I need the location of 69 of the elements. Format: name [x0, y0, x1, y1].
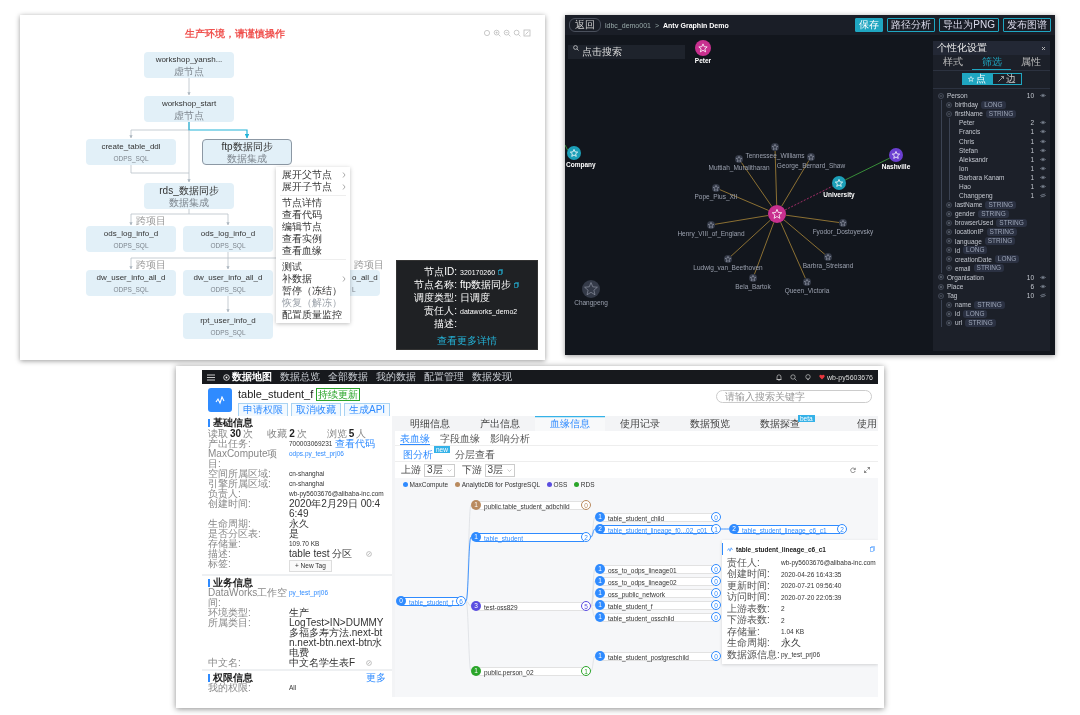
field-value: table test 分区 — [289, 549, 354, 559]
node-name: create_table_ddl — [101, 140, 161, 153]
field-label: MaxCompute项目: — [208, 449, 279, 469]
cross-project-label: 跨项目 — [136, 259, 166, 270]
stat-text: 浏览 5 人 — [326, 426, 367, 440]
field-label: 上游表数: — [727, 602, 771, 615]
section-title: 业务信息 — [212, 575, 253, 589]
node-name: dw_user_info_all_d — [193, 271, 263, 284]
field-value: 生产 — [289, 608, 310, 618]
depth-label: 上游 — [401, 463, 421, 477]
field-label: 生命周期: — [208, 519, 251, 529]
field-label: 中文名: — [208, 658, 242, 668]
warning-title: 生产环境，请谨慎操作 — [184, 27, 286, 41]
field-label: 负责人: — [208, 489, 241, 499]
node-name: rds_数据同步 — [159, 184, 219, 197]
node-name: o_all_d — [352, 271, 378, 284]
field-value: 2020年2月29日 00:46:49 — [289, 499, 382, 519]
info-value: 日调度 — [460, 291, 490, 305]
status-tag: 持续更新 — [316, 388, 361, 401]
field-label: 创建时间: — [208, 499, 252, 509]
field-value: 中文名学生表F — [289, 658, 357, 668]
node-name: workshop_start — [161, 97, 217, 110]
field-label: 引擎所属区域: — [208, 479, 272, 489]
cross-project-label: 跨项目 — [354, 259, 384, 270]
node-name: ftp数据同步 — [221, 140, 273, 153]
node-type: 虚节点 — [174, 65, 204, 77]
field-label: 生命周期: — [727, 637, 771, 650]
info-label: 调度类型: — [413, 291, 457, 305]
node-name: ods_log_info_d — [103, 227, 159, 240]
field-label: 所属类目: — [208, 618, 252, 628]
stat-text: 收藏 2 次 — [267, 426, 308, 441]
field-label: 责任人: — [727, 555, 761, 569]
node-type: 虚节点 — [174, 109, 204, 121]
cross-project-label: 跨项目 — [136, 215, 166, 226]
info-value: ftp数据同步 — [460, 278, 512, 292]
field-value: 是 — [289, 529, 299, 539]
field-label: 访问时间: — [727, 590, 771, 604]
field-label: 创建时间: — [727, 568, 771, 580]
field-value: 永久 — [289, 519, 310, 529]
field-label: 下游表数: — [727, 614, 771, 627]
node-name: ods_log_info_d — [200, 227, 256, 240]
field-label: 存储量: — [727, 625, 761, 637]
node-name: workshop_yansh... — [155, 53, 223, 66]
section-title: 基础信息 — [212, 415, 253, 428]
panel-title: 个性化设置 — [937, 41, 987, 55]
info-label: 节点名称: — [413, 278, 457, 292]
field-label: 环境类型: — [208, 608, 252, 618]
field-label: 描述: — [208, 549, 232, 559]
field-label: 更新时间: — [727, 579, 771, 592]
node-name: dw_user_info_all_d — [96, 271, 166, 284]
node-name: rpt_user_info_d — [200, 314, 256, 327]
field-label: DataWorks工作空间: — [208, 588, 289, 608]
info-label: 描述: — [433, 317, 457, 331]
field-label: 标签: — [208, 559, 232, 569]
field-label: 空间所属区域: — [208, 469, 272, 479]
field-label: 产出任务: — [208, 439, 251, 449]
stat-text: 读取 30 次 — [208, 427, 255, 439]
field-value: LogTest>IN>DUMMY多福多寿方法.next-btn.next-btn.next-btn水电费 — [289, 618, 385, 658]
field-label: 数据源信息: — [727, 648, 781, 662]
field-label: 存储量: — [208, 539, 242, 549]
info-label: 责任人: — [423, 304, 457, 318]
field-label: 我的权限: — [208, 683, 251, 693]
field-label: 是否分区表: — [208, 529, 262, 539]
field-value: 永久 — [781, 636, 801, 651]
info-label: 节点ID: — [423, 265, 457, 279]
table-title: table_student_f — [238, 388, 314, 401]
depth-label: 下游 — [461, 463, 482, 477]
node-type: 数据集成 — [227, 152, 267, 164]
node-type: 数据集成 — [169, 196, 209, 208]
